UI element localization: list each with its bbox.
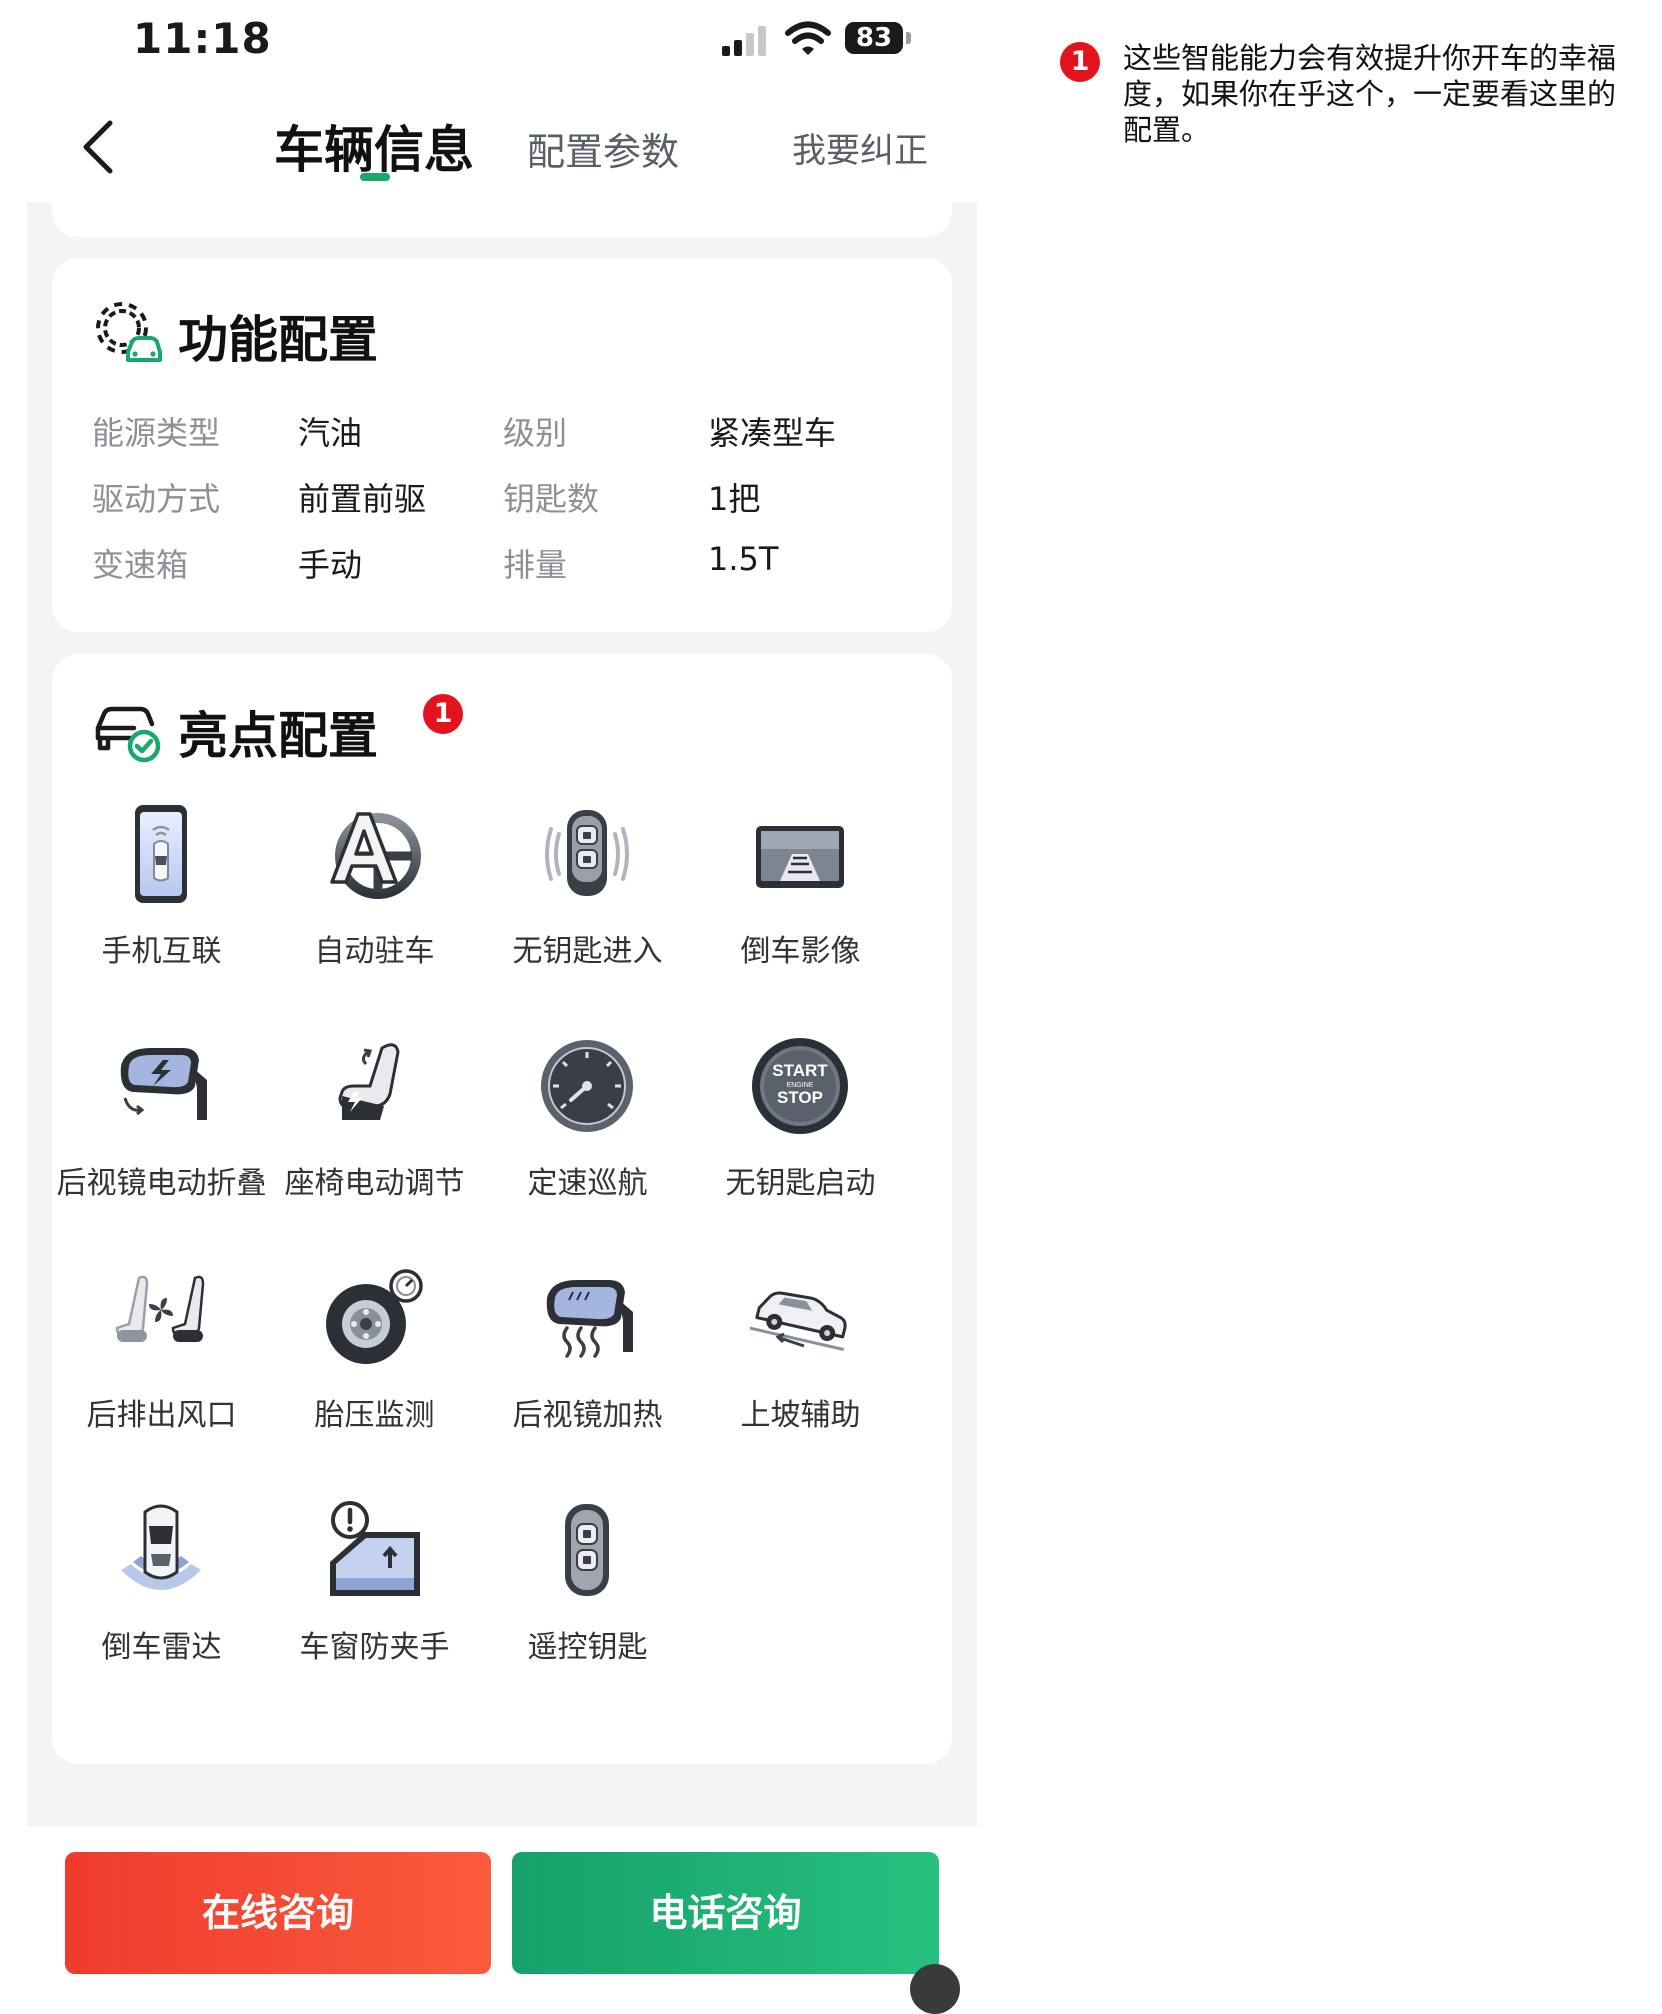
feature-reverse-camera[interactable]: 倒车影像 (694, 804, 907, 1024)
content-scroll-area[interactable]: 功能配置 能源类型 汽油 级别 紧凑型车 驱动方式 前置前驱 钥匙数 1把 变速… (27, 202, 977, 1827)
feature-mirror-fold[interactable]: 后视镜电动折叠 (55, 1036, 268, 1256)
feature-remote-key[interactable]: 遥控钥匙 (481, 1500, 694, 1720)
mirror-fold-icon (120, 1048, 207, 1120)
parking-radar-icon (121, 1504, 201, 1590)
feature-parking-radar[interactable]: 倒车雷达 (55, 1500, 268, 1720)
spec-value: 手动 (298, 546, 363, 584)
bottom-action-bar: 在线咨询 电话咨询 (0, 1827, 980, 2014)
hill-assist-icon (750, 1291, 847, 1351)
tab-vehicle-info[interactable]: 车辆信息 (274, 110, 474, 182)
feature-label: 无钥匙进入 (512, 934, 663, 969)
highlight-config-title: 亮点配置 (178, 707, 378, 765)
previous-card (52, 202, 952, 237)
battery-indicator: 83 (845, 20, 913, 58)
feature-label: 手机互联 (101, 934, 222, 969)
spec-label: 能源类型 (92, 414, 221, 452)
floating-assistant-handle[interactable] (910, 1964, 960, 2014)
cruise-control-icon (541, 1040, 633, 1132)
feature-anti-pinch[interactable]: 车窗防夹手 (268, 1500, 481, 1720)
feature-rear-vent[interactable]: 后排出风口 (55, 1268, 268, 1488)
feature-label: 上坡辅助 (740, 1398, 861, 1433)
feature-label: 自动驻车 (314, 934, 435, 969)
auto-hold-icon (330, 812, 421, 899)
stop-label: STOP (777, 1088, 823, 1107)
power-seat-icon (338, 1043, 400, 1120)
spec-value: 汽油 (298, 414, 363, 452)
keyless-entry-icon (545, 810, 629, 896)
spec-label: 驱动方式 (92, 480, 221, 518)
tab-config-params[interactable]: 配置参数 (527, 121, 679, 176)
remote-key-icon (565, 1504, 609, 1596)
mirror-heat-icon (546, 1280, 633, 1358)
car-check-icon (95, 706, 161, 763)
wifi-icon (785, 21, 831, 55)
feature-keyless-entry[interactable]: 无钥匙进入 (481, 804, 694, 1024)
spec-label: 钥匙数 (503, 480, 600, 518)
feature-auto-hold[interactable]: 自动驻车 (268, 804, 481, 1024)
feature-label: 定速巡航 (527, 1166, 648, 1201)
spec-label: 级别 (503, 414, 568, 452)
cellular-signal-icon (722, 26, 766, 56)
phone-link-icon (135, 805, 187, 903)
report-correction-link[interactable]: 我要纠正 (792, 123, 928, 172)
feature-power-seat[interactable]: 座椅电动调节 (268, 1036, 481, 1256)
start-stop-icon: START ENGINE STOP (752, 1038, 848, 1134)
reverse-camera-icon (756, 826, 844, 888)
feature-label: 车窗防夹手 (299, 1630, 450, 1665)
feature-phone-link[interactable]: 手机互联 (55, 804, 268, 1024)
spec-label: 变速箱 (92, 546, 189, 584)
feature-hill-assist[interactable]: 上坡辅助 (694, 1268, 907, 1488)
spec-value: 紧凑型车 (708, 414, 837, 452)
nav-bar: 车辆信息 配置参数 我要纠正 (0, 95, 980, 205)
spec-row: 能源类型 汽油 级别 紧凑型车 (92, 408, 932, 468)
spec-row: 驱动方式 前置前驱 钥匙数 1把 (92, 474, 932, 534)
spec-value: 1.5T (708, 540, 779, 578)
annotation-text: 这些智能能力会有效提升你开车的幸福度，如果你在乎这个，一定要看这里的配置。 (1123, 41, 1617, 147)
feature-label: 无钥匙启动 (725, 1166, 876, 1201)
annotation-marker-badge: 1 (423, 694, 463, 734)
feature-tire-pressure[interactable]: 胎压监测 (268, 1268, 481, 1488)
anti-pinch-icon (330, 1501, 420, 1596)
start-label: START (772, 1061, 828, 1080)
active-tab-indicator (360, 173, 390, 181)
online-consult-button[interactable]: 在线咨询 (65, 1852, 491, 1974)
feature-label: 后排出风口 (86, 1398, 237, 1433)
feature-label: 后视镜电动折叠 (56, 1166, 267, 1201)
battery-level: 83 (845, 22, 903, 54)
phone-consult-button[interactable]: 电话咨询 (512, 1852, 939, 1974)
status-time: 11:18 (133, 14, 272, 63)
phone-screen: 11:18 83 车辆信息 配置参数 我要纠正 功能配置 能源类型 汽油 级别 … (0, 0, 980, 2014)
function-config-title: 功能配置 (178, 311, 378, 369)
status-bar: 11:18 83 (0, 0, 980, 90)
feature-label: 倒车雷达 (101, 1630, 222, 1665)
highlight-config-card: 亮点配置 1 手机互联 自动驻车 无钥匙进入 倒车影像 后视镜电动折叠 座椅电动… (52, 654, 952, 1764)
function-config-card: 功能配置 能源类型 汽油 级别 紧凑型车 驱动方式 前置前驱 钥匙数 1把 变速… (52, 258, 952, 632)
feature-label: 倒车影像 (740, 934, 861, 969)
tire-pressure-icon (326, 1269, 423, 1364)
back-arrow-icon[interactable] (70, 115, 130, 179)
feature-label: 座椅电动调节 (284, 1166, 465, 1201)
feature-label: 遥控钥匙 (527, 1630, 648, 1665)
spec-value: 前置前驱 (298, 480, 427, 518)
feature-start-stop[interactable]: START ENGINE STOP 无钥匙启动 (694, 1036, 907, 1256)
rear-vent-icon (115, 1275, 205, 1342)
feature-label: 胎压监测 (314, 1398, 435, 1433)
feature-cruise-control[interactable]: 定速巡航 (481, 1036, 694, 1256)
spec-row: 变速箱 手动 排量 1.5T (92, 540, 932, 600)
spec-value: 1把 (708, 480, 761, 518)
annotation-badge: 1 (1060, 42, 1100, 82)
battery-nub (906, 32, 911, 44)
feature-label: 后视镜加热 (512, 1398, 663, 1433)
spec-label: 排量 (503, 546, 568, 584)
feature-mirror-heat[interactable]: 后视镜加热 (481, 1268, 694, 1488)
gear-car-icon (96, 302, 162, 362)
